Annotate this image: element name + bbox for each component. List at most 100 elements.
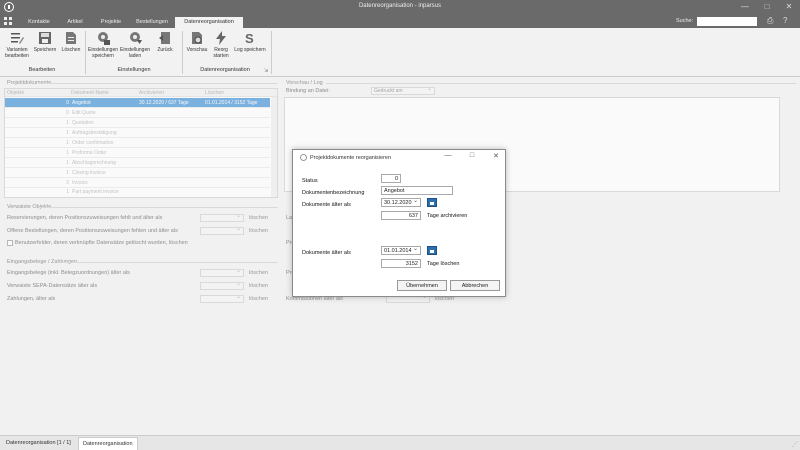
save-icon <box>39 32 51 44</box>
search-input[interactable] <box>697 17 757 26</box>
table-row[interactable]: 1 Proforma Order <box>5 148 270 158</box>
preview-button[interactable]: Vorschau <box>185 30 209 53</box>
section-divider <box>38 83 278 84</box>
back-icon <box>159 32 170 44</box>
table-row[interactable]: 1 Part payment invoice <box>5 187 270 197</box>
group-label-datenreorganisation: Datenreorganisation <box>200 67 250 73</box>
sepa-label: Verwaiste SEPA-Datensätze älter als <box>7 283 98 289</box>
userfields-checkbox[interactable] <box>7 240 13 246</box>
maximize-button[interactable]: □ <box>756 0 778 15</box>
col-loeschen[interactable]: Löschen <box>205 90 224 96</box>
tab-projekte[interactable]: Projekte <box>92 17 130 28</box>
delete-date-picker[interactable]: 01.01.2014 <box>381 245 421 255</box>
dialog-title-bar: Projektdokumente reorganisieren — □ ✕ <box>293 150 505 165</box>
payments-label: Zahlungen, älter als <box>7 296 56 302</box>
delete-button[interactable]: Löschen <box>59 30 83 53</box>
table-row[interactable]: 1 Closing invoice <box>5 168 270 178</box>
delete-days-field[interactable]: 3152 <box>381 259 421 268</box>
payments-select[interactable] <box>200 293 244 303</box>
open-orders-select[interactable] <box>200 225 244 235</box>
archive-days-field[interactable]: 637 <box>381 211 421 220</box>
edit-list-icon <box>11 33 24 44</box>
app-menu-icon[interactable] <box>4 17 13 26</box>
status-label: Status <box>302 178 318 184</box>
binding-label: Bindung an Datei: <box>286 88 330 94</box>
incoming-docs-select[interactable] <box>200 267 244 277</box>
back-button[interactable]: Zurück <box>152 30 178 53</box>
col-dokument-name[interactable]: Dokument-Name <box>71 90 109 96</box>
archive-unit-label: Tage archivieren <box>427 213 468 219</box>
doc-name-label: Dokumentenbezeichnung <box>302 190 365 196</box>
reservations-select[interactable] <box>200 212 244 222</box>
dialog-close-button[interactable]: ✕ <box>489 152 503 162</box>
doc-tab-counter[interactable]: Datenreorganisation [1 / 1] <box>2 437 75 450</box>
delete-unit-label: Tage löschen <box>427 261 460 267</box>
minimize-button[interactable]: — <box>734 0 756 15</box>
tab-artikel[interactable]: Artikel <box>58 17 92 28</box>
settings-load-icon <box>130 32 142 44</box>
delete-icon <box>66 32 76 44</box>
print-icon[interactable]: ⎙ <box>767 16 773 26</box>
svg-text:S: S <box>245 31 254 46</box>
settings-load-button[interactable]: Einstellungen laden <box>120 30 150 59</box>
tab-datenreorganisation[interactable]: Datenreorganisation <box>175 17 243 28</box>
menu-bar: Kontakte Artikel Projekte Bestellungen D… <box>0 15 800 28</box>
archive-older-label: Dokumente älter als <box>302 202 351 208</box>
incoming-docs-action: löschen <box>249 270 268 276</box>
settings-save-icon <box>98 32 110 45</box>
group-expand-icon[interactable]: ⇲ <box>264 68 268 74</box>
table-row[interactable]: 0 Edit Quote <box>5 108 270 118</box>
binding-select[interactable]: Gedruckt am <box>371 85 435 95</box>
window-title: Datenreorganisation - inparsus <box>358 3 442 9</box>
status-field[interactable]: 0 <box>381 174 401 183</box>
apply-button[interactable]: Übernehmen <box>397 280 447 291</box>
grid-scrollbar[interactable] <box>271 97 277 197</box>
col-archivieren[interactable]: Archivieren <box>139 90 164 96</box>
section-divider <box>40 207 278 208</box>
lightning-icon <box>216 31 226 45</box>
info-icon <box>300 154 307 161</box>
archive-date-picker[interactable]: 30.12.2020 <box>381 197 421 207</box>
table-row[interactable]: 1 Abschlagsrechnung <box>5 158 270 168</box>
table-row[interactable]: 1 Quotation <box>5 118 270 128</box>
ribbon-separator <box>271 31 272 74</box>
calendar-icon[interactable] <box>427 246 437 255</box>
doc-tab-active[interactable]: Datenreorganisation <box>78 437 138 450</box>
close-button[interactable]: ✕ <box>778 0 800 15</box>
grid-header: Objekte Dokument-Name Archivieren Lösche… <box>5 89 277 97</box>
table-row[interactable]: 1 Auftragsbestätigung <box>5 128 270 138</box>
settings-save-button[interactable]: Einstellungen speichern <box>88 30 118 59</box>
start-reorg-button[interactable]: Reorg starten <box>210 30 232 59</box>
tab-bestellungen[interactable]: Bestellungen <box>130 17 174 28</box>
section-divider <box>326 83 796 84</box>
open-orders-action: löschen <box>249 228 268 234</box>
group-label-bearbeiten: Bearbeiten <box>28 67 56 73</box>
dialog-minimize-button[interactable]: — <box>441 152 455 162</box>
dialog-maximize-button[interactable]: □ <box>465 152 479 162</box>
document-tabs-bar: Datenreorganisation [1 / 1] Datenreorgan… <box>0 435 800 450</box>
calendar-icon[interactable] <box>427 198 437 207</box>
dialog-title: Projektdokumente reorganisieren <box>310 155 392 161</box>
table-row[interactable]: 1 Order confirmation <box>5 138 270 148</box>
help-icon[interactable]: ? <box>783 16 787 25</box>
delete-older-label: Dokumente älter als <box>302 250 351 256</box>
vorschau-log-title: Vorschau / Log <box>286 80 323 86</box>
title-bar: Datenreorganisation - inparsus — □ ✕ <box>0 0 800 15</box>
sepa-action: löschen <box>249 283 268 289</box>
tab-kontakte[interactable]: Kontakte <box>20 17 58 28</box>
reservations-action: löschen <box>249 215 268 221</box>
documents-grid[interactable]: Objekte Dokument-Name Archivieren Lösche… <box>4 88 278 198</box>
reservations-label: Reservierungen, deren Positionszuweisung… <box>7 215 163 221</box>
save-button[interactable]: Speichern <box>32 30 58 53</box>
save-log-button[interactable]: S Log speichern <box>233 30 267 53</box>
sepa-select[interactable] <box>200 280 244 290</box>
section-divider <box>62 262 278 263</box>
incoming-docs-label: Eingangsbelege (inkl. Belegzuordnungen) … <box>7 270 130 276</box>
log-save-icon: S <box>245 31 254 46</box>
edit-variants-button[interactable]: Varianten bearbeiten <box>3 30 31 59</box>
table-row[interactable]: 0 Angebot 30.12.2020 / 637 Tage 01.01.20… <box>5 98 270 108</box>
doc-name-field[interactable]: Angebot <box>381 186 453 195</box>
resize-grip-icon[interactable]: ⋰ <box>792 441 798 448</box>
cancel-button[interactable]: Abbrechen <box>450 280 500 291</box>
col-objekte[interactable]: Objekte <box>7 90 24 96</box>
